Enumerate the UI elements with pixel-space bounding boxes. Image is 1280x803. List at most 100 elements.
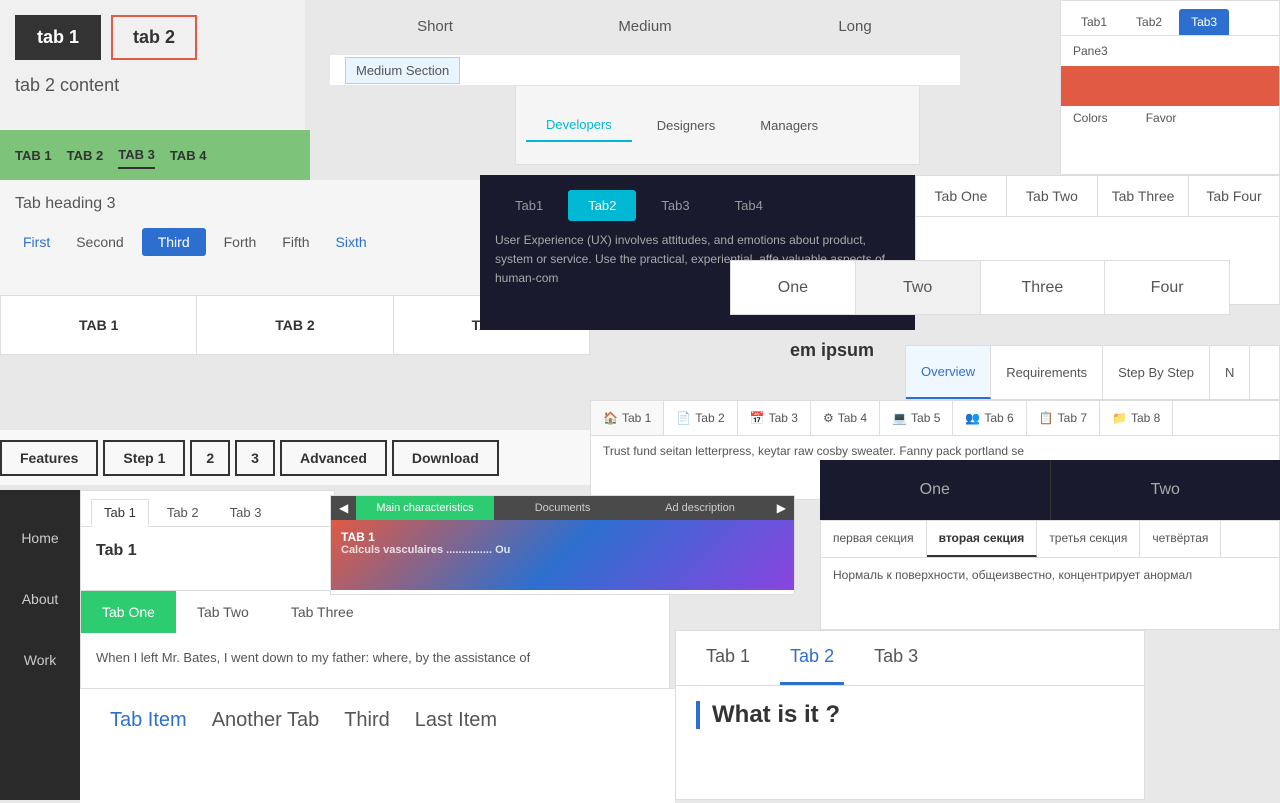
panel13-tab-three[interactable]: Tab Three <box>1098 176 1189 216</box>
panel15-tab1[interactable]: 🏠Tab 1 <box>591 401 664 435</box>
panel9-tab-last[interactable]: Last Item <box>415 709 497 732</box>
panel15-tab6[interactable]: 👥Tab 6 <box>953 401 1026 435</box>
panel3-tab-forth[interactable]: Forth <box>216 230 265 254</box>
panel8-tab-one[interactable]: Tab One <box>81 591 176 633</box>
panel16-tab-one[interactable]: One <box>820 460 1051 520</box>
panel3-tab-sixth[interactable]: Sixth <box>328 230 375 254</box>
panel20-tab-documents[interactable]: Documents <box>494 496 632 520</box>
panel15-tab8[interactable]: 📁Tab 8 <box>1100 401 1173 435</box>
panel7-tab2[interactable]: Tab 2 <box>154 499 212 526</box>
panel12-tab2[interactable]: Tab2 <box>568 190 636 221</box>
panel11-tab-developers[interactable]: Developers <box>526 109 632 142</box>
tab-three[interactable]: Three <box>981 261 1106 314</box>
panel3-tab-second[interactable]: Second <box>68 230 131 254</box>
panel19-tab1[interactable]: Tab1 <box>1069 9 1119 35</box>
panel3-container: Tab heading 3 First Second Third Forth F… <box>0 180 490 295</box>
panel3-tab-fifth[interactable]: Fifth <box>274 230 317 254</box>
panel20-tab-main[interactable]: Main characteristics <box>356 496 494 520</box>
tab-two[interactable]: Two <box>856 261 981 314</box>
panel8-tab-three[interactable]: Tab Three <box>270 591 375 633</box>
panel9-tab-another[interactable]: Another Tab <box>212 709 320 732</box>
panel19-tabs: Tab1 Tab2 Tab3 <box>1061 1 1279 36</box>
panel18-tabs: Tab 1 Tab 2 Tab 3 <box>676 631 1144 686</box>
panel10-tab-long[interactable]: Long <box>750 0 960 55</box>
panel18-tab3[interactable]: Tab 3 <box>864 631 928 685</box>
panel14-tab-n[interactable]: N <box>1210 346 1250 399</box>
panel13-tab-two[interactable]: Tab Two <box>1007 176 1098 216</box>
calendar-icon: 📅 <box>750 411 765 425</box>
sidebar-item-work[interactable]: Work <box>0 632 80 688</box>
panel7-tab1[interactable]: Tab 1 <box>91 499 149 527</box>
panel5-tab-3[interactable]: 3 <box>235 440 275 476</box>
panel3-tab-third[interactable]: Third <box>142 228 206 256</box>
panel17-tab-fourth[interactable]: четвёртая <box>1140 521 1221 557</box>
panel20-next-btn[interactable]: ▶ <box>769 496 794 520</box>
panel10-sub-medium-section[interactable]: Medium Section <box>345 57 460 84</box>
sidebar-item-home[interactable]: Home <box>0 510 80 566</box>
panel10-tab-short[interactable]: Short <box>330 0 540 55</box>
panel2-container: TAB 1 TAB 2 TAB 3 TAB 4 <box>0 130 310 180</box>
panel4-tab2[interactable]: TAB 2 <box>197 296 393 354</box>
panel1-tab1[interactable]: tab 1 <box>15 15 101 60</box>
panel8-tab-two[interactable]: Tab Two <box>176 591 270 633</box>
panel19-container: Tab1 Tab2 Tab3 Pane3 Colors Favor <box>1060 0 1280 175</box>
panel20-tab-ad[interactable]: Ad description <box>631 496 769 520</box>
panel3-tab-first[interactable]: First <box>15 230 58 254</box>
panel9-tab-third[interactable]: Third <box>344 709 390 732</box>
panel2-tab3[interactable]: TAB 3 <box>118 142 155 169</box>
gear-icon: ⚙ <box>823 411 834 425</box>
panel2-tab1[interactable]: TAB 1 <box>15 143 52 168</box>
panel5-tab-advanced[interactable]: Advanced <box>280 440 387 476</box>
panel9-tab-item[interactable]: Tab Item <box>110 709 187 732</box>
panel17-tab-second[interactable]: вторая секция <box>927 521 1038 557</box>
tab-four[interactable]: Four <box>1105 261 1229 314</box>
panel7-tab3[interactable]: Tab 3 <box>217 499 275 526</box>
panel2-tab2[interactable]: TAB 2 <box>67 143 104 168</box>
panel6-sidebar: Home About Work <box>0 490 80 800</box>
panel20-container: ◀ Main characteristics Documents Ad desc… <box>330 495 795 595</box>
panel11-tab-managers[interactable]: Managers <box>740 110 838 141</box>
panel15-tab2[interactable]: 📄Tab 2 <box>664 401 737 435</box>
panel20-prev-btn[interactable]: ◀ <box>331 496 356 520</box>
panel19-tab3[interactable]: Tab3 <box>1179 9 1229 35</box>
panel20-subcontent: Calculs vasculaires ............... Ou <box>341 544 784 556</box>
panel14-tab-overview[interactable]: Overview <box>906 346 991 399</box>
panel17-tab-first[interactable]: первая секция <box>821 521 927 557</box>
panel20-tabs: Main characteristics Documents Ad descri… <box>356 496 769 520</box>
panel12-tab1[interactable]: Tab1 <box>495 190 563 221</box>
panel18-tab1[interactable]: Tab 1 <box>696 631 760 685</box>
panel14-tabs: Overview Requirements Step By Step N <box>906 346 1279 399</box>
panel4-tab1[interactable]: TAB 1 <box>1 296 197 354</box>
panel5-tab-step1[interactable]: Step 1 <box>103 440 185 476</box>
panel1-tabs: tab 1 tab 2 <box>15 15 290 60</box>
panel2-tab4[interactable]: TAB 4 <box>170 143 207 168</box>
panel12-tab4[interactable]: Tab4 <box>715 190 783 221</box>
panel13-tab-one[interactable]: Tab One <box>916 176 1007 216</box>
tab-one[interactable]: One <box>731 261 856 314</box>
panel14-tab-requirements[interactable]: Requirements <box>991 346 1103 399</box>
panel15-tab4[interactable]: ⚙Tab 4 <box>811 401 880 435</box>
panel10-tab-medium[interactable]: Medium <box>540 0 750 55</box>
doc-icon: 📄 <box>676 411 691 425</box>
panel5-tab-features[interactable]: Features <box>0 440 98 476</box>
panel13-tab-four[interactable]: Tab Four <box>1189 176 1279 216</box>
panel19-tab2[interactable]: Tab2 <box>1124 9 1174 35</box>
panel15-tab3[interactable]: 📅Tab 3 <box>738 401 811 435</box>
panel18-tab2[interactable]: Tab 2 <box>780 631 844 685</box>
panel14-tab-stepbystep[interactable]: Step By Step <box>1103 346 1210 399</box>
panel16-tab-two[interactable]: Two <box>1051 460 1280 520</box>
panel11-tab-designers[interactable]: Designers <box>637 110 736 141</box>
panel15-tab7[interactable]: 📋Tab 7 <box>1027 401 1100 435</box>
panel18-container: Tab 1 Tab 2 Tab 3 What is it ? <box>675 630 1145 800</box>
panel1-content: tab 2 content <box>15 70 290 101</box>
panel12-tab3[interactable]: Tab3 <box>641 190 709 221</box>
panel15-tabs: 🏠Tab 1 📄Tab 2 📅Tab 3 ⚙Tab 4 💻Tab 5 👥Tab … <box>591 401 1279 436</box>
sidebar-item-about[interactable]: About <box>0 571 80 627</box>
panel5-tab-download[interactable]: Download <box>392 440 499 476</box>
panel1-tab2[interactable]: tab 2 <box>111 15 197 60</box>
panel3-heading: Tab heading 3 <box>15 195 475 213</box>
panel17-content: Нормаль к поверхности, общеизвестно, кон… <box>821 558 1279 592</box>
panel5-tab-2[interactable]: 2 <box>190 440 230 476</box>
panel17-tab-third[interactable]: третья секция <box>1037 521 1140 557</box>
panel15-tab5[interactable]: 💻Tab 5 <box>880 401 953 435</box>
